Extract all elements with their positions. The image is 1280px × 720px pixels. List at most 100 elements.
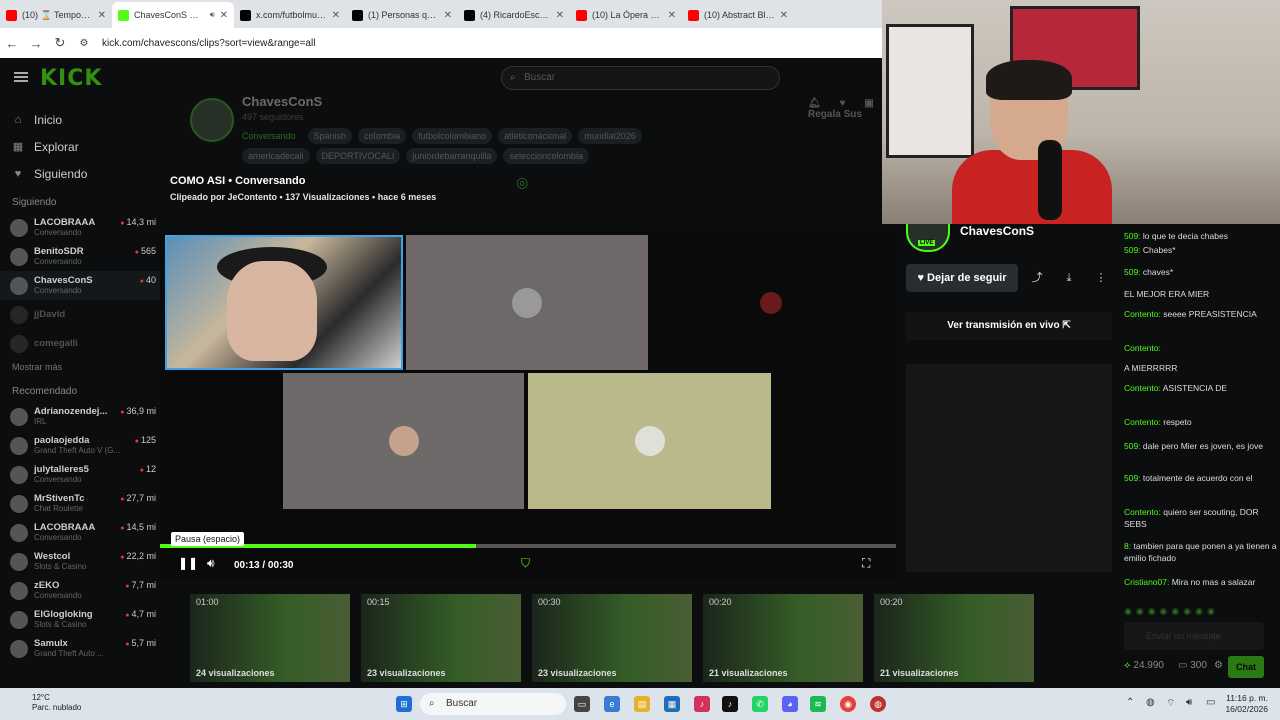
chat-send-button[interactable]: Chat [1228, 656, 1264, 678]
tab-close-icon[interactable]: ✕ [444, 10, 452, 21]
taskbar-clock[interactable]: 11:16 p. m. 16/02/2026 [1225, 693, 1268, 715]
app-icon[interactable]: ♪ [694, 696, 710, 712]
channel-name[interactable]: ChavesConS [242, 94, 322, 109]
tab-audio-icon[interactable]: 🔊︎ [210, 10, 215, 20]
browser-tab[interactable]: x.com/futbolmundial ✕ [234, 2, 346, 28]
tab-close-icon[interactable]: ✕ [98, 10, 106, 21]
sidebar-channel[interactable]: MrStivenTcChat Roulette 27,7 mi [0, 489, 160, 518]
kick-logo[interactable]: KICK [40, 66, 102, 91]
pause-icon[interactable]: ❚❚ [178, 556, 198, 570]
forward-icon[interactable]: → [24, 36, 48, 51]
search-input[interactable]: ⌕ Buscar [501, 66, 780, 90]
clip-thumbnail[interactable]: 00:15 23 visualizaciones [361, 594, 521, 682]
channel-tag[interactable]: Spanish [307, 128, 353, 144]
chat-username[interactable]: 509: [1124, 267, 1141, 277]
bell-icon[interactable]: 🔔︎ [808, 98, 821, 109]
windows-start-icon[interactable]: ⊞ [396, 696, 412, 712]
clip-thumbnail[interactable]: 00:20 21 visualizaciones [874, 594, 1034, 682]
chat-username[interactable]: 509: [1124, 441, 1141, 451]
channel-tag[interactable]: futbolcolombiano [412, 128, 493, 144]
sidebar-channel[interactable]: LACOBRAAAConversando 14,5 mi [0, 518, 160, 547]
weather-widget[interactable]: 12°C Parc. nublado [32, 693, 81, 713]
more-options-icon[interactable]: ⋮ [1087, 264, 1115, 292]
speaker-icon[interactable]: 🔊︎ [1186, 697, 1192, 708]
url-field[interactable]: kick.com/chavescons/clips?sort=view&rang… [102, 38, 315, 49]
tab-close-icon[interactable]: ✕ [780, 10, 788, 21]
panel-avatar[interactable]: LIVE [906, 224, 950, 252]
sidebar-channel[interactable]: Adrianozendej...IRL 36,9 mi [0, 402, 160, 431]
site-info-icon[interactable]: ⚙ [72, 38, 96, 49]
browser-tab[interactable]: (10) Abstract Blue Ne ✕ [682, 2, 794, 28]
channel-tag[interactable]: mundial2026 [578, 128, 642, 144]
tray-chevron-icon[interactable]: ⌃ [1126, 697, 1134, 708]
clip-thumbnail[interactable]: 01:00 24 visualizaciones [190, 594, 350, 682]
channel-tag[interactable]: colombia [358, 128, 407, 144]
chrome-icon[interactable]: ◉ [840, 696, 856, 712]
chat-username[interactable]: Contento: [1124, 417, 1161, 427]
panel-channel-name[interactable]: ChavesConS [960, 224, 1034, 238]
chat-username[interactable]: Contento: [1124, 507, 1161, 517]
sidebar-nav-explorar[interactable]: ▦ Explorar [0, 133, 160, 160]
sidebar-channel[interactable]: jjDavid [0, 300, 160, 329]
battery-icon[interactable]: ▭ [1206, 697, 1215, 708]
channel-tag[interactable]: atleticonacional [498, 128, 573, 144]
channel-avatar[interactable] [190, 98, 234, 142]
browser-tab[interactable]: (10) La Ópera del Mu ✕ [570, 2, 682, 28]
gift-sub-button[interactable]: 🔔︎ ♥ ▣ Regala Sus [808, 98, 880, 120]
file-explorer-icon[interactable]: ▤ [634, 696, 650, 712]
tray-app-icon[interactable]: ◍ [1146, 697, 1155, 708]
app-icon-2[interactable]: ◍ [870, 696, 886, 712]
chat-username[interactable]: Contento: [1124, 383, 1161, 393]
tab-close-icon[interactable]: ✕ [332, 10, 340, 21]
edge-icon[interactable]: e [604, 696, 620, 712]
reload-icon[interactable]: ↻ [48, 35, 72, 51]
channel-tag[interactable]: seleccioncolombia [503, 148, 589, 164]
task-view-icon[interactable]: ▭ [574, 696, 590, 712]
chat-username[interactable]: Cristiano07: [1124, 577, 1169, 587]
tab-close-icon[interactable]: ✕ [220, 10, 228, 21]
volume-icon[interactable]: 🔊︎ [207, 556, 215, 571]
share-icon[interactable]: ⤴ [1023, 264, 1051, 292]
chat-username[interactable]: 509: [1124, 473, 1141, 483]
sidebar-channel[interactable]: zEKOConversando 7,7 mi [0, 576, 160, 605]
video-progress-bar[interactable] [160, 544, 896, 548]
tiktok-icon[interactable]: ♪ [722, 696, 738, 712]
discord-icon[interactable]: ◕ [782, 696, 798, 712]
spotify-icon[interactable]: ≋ [810, 696, 826, 712]
sidebar-channel[interactable]: WestcolSlots & Casino 22,2 mi [0, 547, 160, 576]
browser-tab[interactable]: (1) Personas que siguen ✕ [346, 2, 458, 28]
sidebar-channel[interactable]: SamulxGrand Theft Auto ... 5,7 mi [0, 634, 160, 663]
channel-tag[interactable]: americadecali [242, 148, 310, 164]
sidebar-channel[interactable]: LACOBRAAAConversando 14,3 mi [0, 213, 160, 242]
taskbar-search[interactable]: ⌕ Buscar [420, 693, 566, 715]
whatsapp-icon[interactable]: ✆ [752, 696, 768, 712]
tab-close-icon[interactable]: ✕ [668, 10, 676, 21]
chat-username[interactable]: Contento: [1124, 309, 1161, 319]
clip-thumbnail[interactable]: 00:20 21 visualizaciones [703, 594, 863, 682]
sidebar-channel[interactable]: comegalli [0, 329, 160, 358]
heart-icon[interactable]: ♥ [839, 98, 845, 109]
store-icon[interactable]: ▦ [664, 696, 680, 712]
sidebar-channel[interactable]: ChavesConSConversando 40 [0, 271, 160, 300]
sidebar-channel[interactable]: paolaojeddaGrand Theft Auto V (G... 125 [0, 431, 160, 460]
category-tag[interactable]: Conversando [242, 128, 302, 144]
show-more-link[interactable]: Mostrar más [0, 358, 160, 376]
sidebar-channel[interactable]: ElGloglokingSlots & Casino 4,7 mi [0, 605, 160, 634]
download-icon[interactable]: ⤓ [1055, 264, 1083, 292]
sidebar-channel[interactable]: julytalleres5Conversando 12 [0, 460, 160, 489]
channel-tag[interactable]: DEPORTIVOCALI [315, 148, 401, 164]
channel-tag[interactable]: juniordebarranquilla [406, 148, 498, 164]
sidebar-nav-inicio[interactable]: ⌂ Inicio [0, 106, 160, 133]
fullscreen-icon[interactable]: ⛶ [862, 556, 870, 571]
sidebar-channel[interactable]: BenitoSDRConversando 565 [0, 242, 160, 271]
video-player[interactable] [160, 232, 896, 580]
clip-thumbnail[interactable]: 00:30 23 visualizaciones [532, 594, 692, 682]
network-icon[interactable]: ⌔ [1166, 697, 1175, 710]
watch-live-button[interactable]: Ver transmisión en vivo ⇱ [906, 312, 1112, 340]
back-icon[interactable]: ← [0, 36, 24, 51]
chat-settings-icon[interactable]: ⚙ [1214, 660, 1223, 671]
browser-tab[interactable]: ChavesConS Clips 🔊︎ ✕ [112, 2, 234, 28]
chat-username[interactable]: 509: [1124, 245, 1141, 255]
chat-username[interactable]: Contento: [1124, 343, 1161, 353]
menu-icon[interactable] [14, 72, 28, 82]
